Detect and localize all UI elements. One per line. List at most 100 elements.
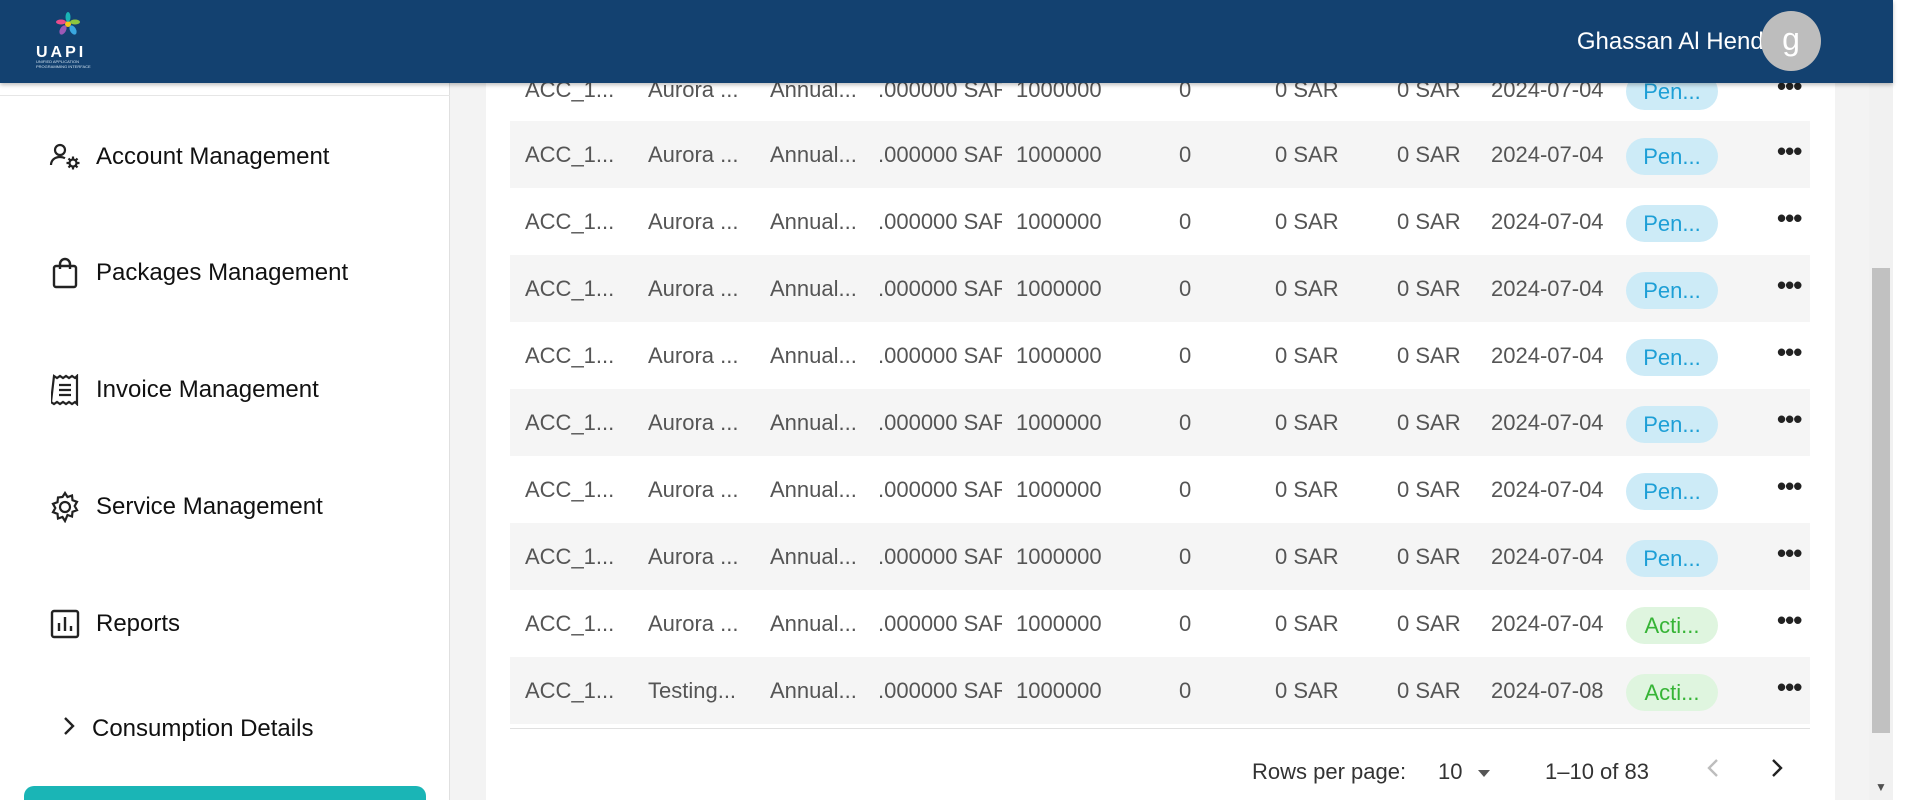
cell-name: Aurora ... [648, 343, 739, 368]
cell-price: .000000 SAR [878, 142, 1002, 167]
cell-amount: 0 SAR [1397, 477, 1461, 502]
cell-date: 2024-07-08 [1491, 678, 1604, 703]
rows-per-page-select[interactable]: 10 [1438, 759, 1491, 785]
sidebar-item-label: Invoice Management [96, 376, 319, 403]
table-row[interactable]: ACC_1... Testing... Annual... .000000 SAR 10… [510, 657, 1810, 724]
more-options-icon[interactable]: ••• [1777, 188, 1802, 255]
shopping-bag-icon [48, 256, 82, 290]
more-options-icon[interactable]: ••• [1777, 322, 1802, 389]
sidebar-item-label: Reports [96, 610, 181, 637]
cell-account-id: ACC_1... [525, 611, 615, 636]
table-row[interactable]: ACC_1... Aurora ... Annual... .000000 SAR 10… [510, 456, 1810, 523]
account-gear-icon [48, 140, 82, 174]
sidebar-item-account-management[interactable]: Account Management [48, 135, 329, 179]
cell-date: 2024-07-04 [1491, 544, 1604, 569]
chevron-right-icon [1772, 759, 1783, 777]
cell-account-id: ACC_1... [525, 343, 615, 368]
cell-name: Aurora ... [648, 410, 739, 435]
sidebar-item-service-management[interactable]: Service Management [48, 485, 323, 529]
more-options-icon[interactable]: ••• [1777, 121, 1802, 188]
table-row[interactable]: ACC_1... Aurora ... Annual... .000000 SAR 10… [510, 389, 1810, 456]
status-badge: Pen... [1626, 540, 1718, 577]
status-badge: Pen... [1626, 473, 1718, 510]
status-badge: Pen... [1626, 406, 1718, 443]
cell-amount: 0 SAR [1275, 209, 1339, 234]
table-row[interactable]: ACC_1... Aurora ... Annual... .000000 SAR 10… [510, 188, 1810, 255]
cell-price: .000000 SAR [878, 343, 1002, 368]
cell-amount: 0 SAR [1275, 142, 1339, 167]
more-options-icon[interactable]: ••• [1777, 456, 1802, 523]
cell-plan: Annual... [770, 343, 857, 368]
cell-account-id: ACC_1... [525, 678, 615, 703]
cell-amount: 0 SAR [1275, 343, 1339, 368]
sidebar-item-label: Packages Management [96, 259, 349, 286]
cell-amount: 0 SAR [1397, 209, 1461, 234]
status-badge: Acti... [1626, 607, 1718, 644]
table-divider [510, 728, 1810, 729]
cell-quota: 1000000 [1016, 276, 1102, 301]
table-row[interactable]: ACC_1... Aurora ... Annual... .000000 SAR 10… [510, 322, 1810, 389]
cell-name: Testing... [648, 678, 737, 703]
cell-price: .000000 SAR [878, 544, 1002, 569]
cell-quota: 1000000 [1016, 477, 1102, 502]
user-name[interactable]: Ghassan Al Hendi [1577, 28, 1769, 56]
cell-quota: 1000000 [1016, 611, 1102, 636]
more-options-icon[interactable]: ••• [1777, 590, 1802, 657]
window-edge [1893, 0, 1920, 800]
more-options-icon[interactable]: ••• [1777, 255, 1802, 322]
main-content: ACC_1... Aurora ... Annual... .000000 SAR 10… [450, 71, 1870, 800]
cell-amount: 0 SAR [1397, 544, 1461, 569]
cell-name: Aurora ... [648, 544, 739, 569]
cell-quota: 1000000 [1016, 678, 1102, 703]
cell-used: 0 [1179, 544, 1192, 569]
page-range: 1–10 of 83 [1545, 759, 1649, 784]
cell-date: 2024-07-04 [1491, 410, 1604, 435]
cell-date: 2024-07-04 [1491, 477, 1604, 502]
prev-page-button[interactable] [1706, 757, 1720, 785]
cell-account-id: ACC_1... [525, 142, 615, 167]
table-row[interactable]: ACC_1... Aurora ... Annual... .000000 SAR 10… [510, 523, 1810, 590]
cell-used: 0 [1179, 477, 1192, 502]
status-badge: Pen... [1626, 272, 1718, 309]
more-options-icon[interactable]: ••• [1777, 523, 1802, 590]
cell-amount: 0 SAR [1275, 544, 1339, 569]
cell-amount: 0 SAR [1397, 410, 1461, 435]
logo-subtitle: UNIFIED APPLICATION PROGRAMMING INTERFAC… [36, 59, 91, 69]
cell-date: 2024-07-04 [1491, 209, 1604, 234]
cell-amount: 0 SAR [1275, 477, 1339, 502]
more-options-icon[interactable]: ••• [1777, 657, 1802, 724]
cell-account-id: ACC_1... [525, 209, 615, 234]
sidebar-item-packages-management[interactable]: Packages Management [48, 251, 348, 295]
page-scrollbar[interactable]: ▲ ▼ [1869, 0, 1893, 800]
cell-price: .000000 SAR [878, 276, 1002, 301]
next-page-button[interactable] [1770, 757, 1784, 785]
table-row[interactable]: ACC_1... Aurora ... Annual... .000000 SAR 10… [510, 121, 1810, 188]
sidebar-item-label: Service Management [96, 493, 323, 520]
sidebar-item-reports[interactable]: Reports [48, 602, 180, 646]
sidebar-divider [0, 95, 450, 96]
cell-plan: Annual... [770, 209, 857, 234]
cell-name: Aurora ... [648, 477, 739, 502]
caret-down-icon [1477, 759, 1491, 784]
cell-plan: Annual... [770, 544, 857, 569]
cell-amount: 0 SAR [1397, 142, 1461, 167]
cell-date: 2024-07-04 [1491, 276, 1604, 301]
cell-used: 0 [1179, 209, 1192, 234]
cell-amount: 0 SAR [1275, 410, 1339, 435]
sidebar-item-invoice-management[interactable]: Invoice Management [48, 368, 319, 412]
chevron-left-icon [1707, 759, 1718, 777]
avatar[interactable]: g [1761, 11, 1821, 71]
scroll-down-icon[interactable]: ▼ [1873, 780, 1889, 794]
cell-amount: 0 SAR [1275, 678, 1339, 703]
scroll-thumb[interactable] [1872, 268, 1890, 733]
more-options-icon[interactable]: ••• [1777, 389, 1802, 456]
cell-price: .000000 SAR [878, 678, 1002, 703]
cell-quota: 1000000 [1016, 343, 1102, 368]
cell-date: 2024-07-04 [1491, 142, 1604, 167]
cell-quota: 1000000 [1016, 544, 1102, 569]
table-row[interactable]: ACC_1... Aurora ... Annual... .000000 SAR 10… [510, 590, 1810, 657]
cell-plan: Annual... [770, 678, 857, 703]
status-badge: Acti... [1626, 674, 1718, 711]
table-row[interactable]: ACC_1... Aurora ... Annual... .000000 SAR 10… [510, 255, 1810, 322]
status-badge: Pen... [1626, 339, 1718, 376]
